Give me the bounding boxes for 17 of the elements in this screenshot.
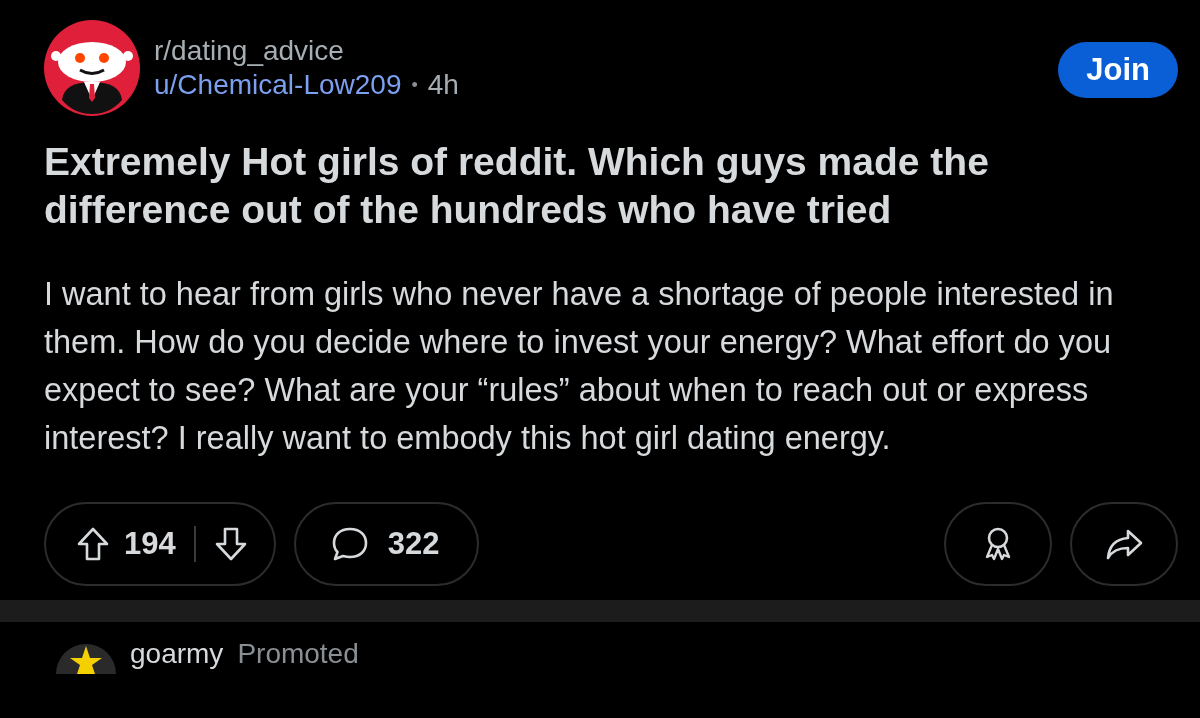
vote-count: 194 xyxy=(124,526,176,562)
separator-dot: • xyxy=(411,74,418,96)
join-button[interactable]: Join xyxy=(1058,42,1178,98)
post-title: Extremely Hot girls of reddit. Which guys made the difference out of the hundreds who have tried xyxy=(44,139,990,233)
up-arrow-icon xyxy=(76,526,110,562)
downvote-button[interactable] xyxy=(213,526,248,562)
advertiser-name[interactable]: goarmy xyxy=(130,638,224,670)
down-arrow-icon xyxy=(213,526,248,562)
share-arrow-icon xyxy=(1104,527,1144,561)
username-link[interactable]: u/Chemical-Low209 xyxy=(154,69,402,101)
comments-button[interactable]: 322 xyxy=(293,502,480,586)
promoted-label: Promoted xyxy=(237,638,359,670)
post-age: 4h xyxy=(427,69,459,101)
robot-avatar-icon xyxy=(44,20,140,116)
upvote-button[interactable] xyxy=(76,526,110,562)
post-body: I want to hear from girls who never have a shortage of people interested in them. How do you decide where to invest your energy? What effort do you expect to see? What are your “rules” about when to reach out or express interest? I really want to embody this hot girl dating energy. xyxy=(44,275,1115,458)
subreddit-name[interactable]: r/dating_advice xyxy=(154,35,1045,67)
